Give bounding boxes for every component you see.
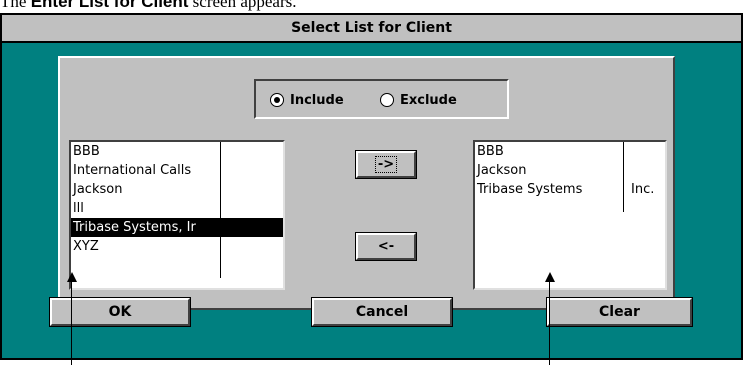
add-to-list-button[interactable]: -> <box>355 150 417 179</box>
caption-suffix: screen appears. <box>192 0 297 11</box>
caption-screen-name: Enter List for Client <box>30 0 189 11</box>
include-radio-indicator <box>270 93 284 107</box>
cancel-button[interactable]: Cancel <box>311 297 453 327</box>
left-callout-line <box>71 281 72 365</box>
exclude-radio[interactable]: Exclude <box>380 91 457 109</box>
left-callout-arrowhead <box>67 272 77 282</box>
right-callout-arrowhead <box>545 272 555 282</box>
exclude-radio-indicator <box>380 93 394 107</box>
include-radio[interactable]: Include <box>270 91 344 109</box>
available-list-item[interactable]: BBB <box>71 142 283 161</box>
remove-from-list-button[interactable]: <- <box>355 232 417 261</box>
exclude-label: Exclude <box>400 92 457 108</box>
available-list-item-selected[interactable]: Tribase Systems, Ir <box>71 218 283 237</box>
available-list-item[interactable]: XYZ <box>71 237 283 256</box>
available-list-item[interactable]: International Calls <box>71 161 283 180</box>
selected-list-item[interactable]: Tribase Systems Inc. <box>475 180 665 199</box>
include-exclude-group: Include Exclude <box>254 79 509 119</box>
selected-list-item[interactable]: BBB <box>475 142 665 161</box>
selected-list-item[interactable]: Jackson <box>475 161 665 180</box>
available-list-item[interactable]: Jackson <box>71 180 283 199</box>
cancel-label: Cancel <box>355 304 409 320</box>
select-list-dialog: Select List for Client Include Exclude B… <box>0 13 743 360</box>
available-list[interactable]: BBB International Calls Jackson lll Trib… <box>69 140 285 290</box>
dialog-title: Select List for Client <box>2 15 741 43</box>
include-label: Include <box>290 92 344 108</box>
remove-arrow-label: <- <box>377 239 395 254</box>
dialog-panel: Include Exclude BBB International Calls … <box>58 56 675 310</box>
available-list-item[interactable]: lll <box>71 199 283 218</box>
add-arrow-label: -> <box>374 156 398 173</box>
caption-prefix: The <box>0 0 27 11</box>
clear-button[interactable]: Clear <box>546 297 693 327</box>
right-callout-line <box>549 281 550 365</box>
clear-label: Clear <box>599 304 640 320</box>
caption: The Enter List for Client screen appears… <box>0 0 297 12</box>
selected-list[interactable]: BBB Jackson Tribase Systems Inc. <box>473 140 667 290</box>
ok-label: OK <box>108 304 132 320</box>
